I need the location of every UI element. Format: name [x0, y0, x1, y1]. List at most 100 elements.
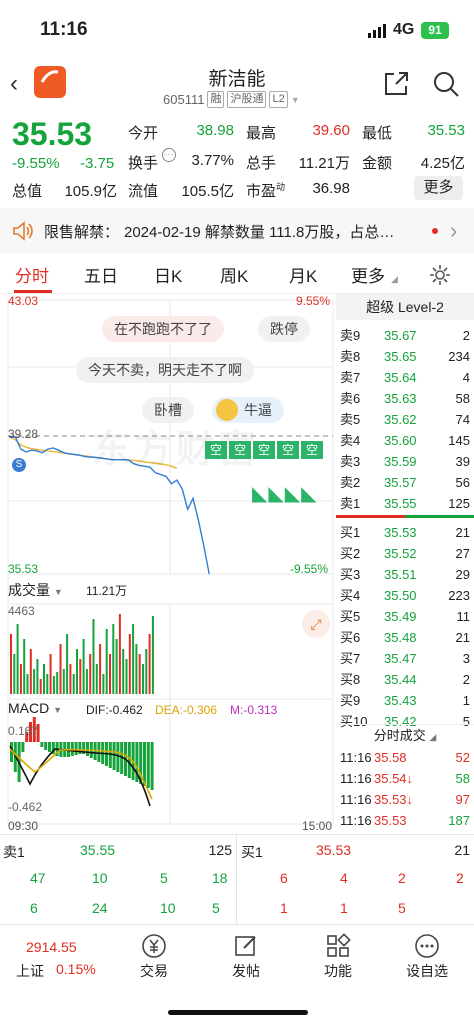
macd-dea: DEA:-0.306 [155, 703, 218, 717]
bid-row[interactable]: 买7 35.47 3 [336, 648, 474, 669]
volume-max: 4463 [8, 604, 35, 618]
volume-bar [46, 674, 49, 694]
notice-text: 2024-02-19 解禁数量 111.8万股，占总… [124, 224, 395, 241]
macd-bar [150, 742, 154, 790]
trade-qty: 52 [455, 750, 470, 765]
trade-row[interactable]: 11:16 35.54↓ 58 [336, 768, 474, 789]
nav-trade[interactable]: 交易 [124, 933, 184, 981]
info-dots-icon[interactable]: ··· [162, 148, 176, 162]
high-value: 39.60 [312, 122, 350, 139]
volume-bar [95, 664, 98, 694]
bid-row[interactable]: 买6 35.48 21 [336, 627, 474, 648]
tab-intraday[interactable]: 分时 [15, 262, 49, 287]
ask-row[interactable]: 卖6 35.63 58 [336, 388, 474, 409]
queue-cell: 5 [160, 870, 168, 886]
expand-icon[interactable]: ⤢ [302, 610, 330, 638]
index-ticker[interactable]: 2914.55 上证 0.15% [0, 925, 96, 985]
ask-row[interactable]: 卖9 35.67 2 [336, 325, 474, 346]
search-icon[interactable] [432, 70, 460, 98]
queue-cell: 18 [212, 870, 228, 886]
ask-level: 卖3 [340, 454, 361, 469]
bid-level: 买8 [340, 672, 361, 687]
ask-level: 卖6 [340, 391, 361, 406]
caret-down-icon[interactable]: ▼ [291, 95, 300, 105]
bid-row[interactable]: 买2 35.52 27 [336, 543, 474, 564]
comment-bubble-2[interactable]: 跌停 [258, 316, 310, 342]
trade-row[interactable]: 11:16 35.58 52 [336, 747, 474, 768]
unlock-notice[interactable]: 限售解禁： 2024-02-19 解禁数量 111.8万股，占总… › [0, 208, 474, 253]
queue-cell: 10 [92, 870, 108, 886]
trade-row[interactable]: 11:16 35.53 187 [336, 810, 474, 831]
ask-row[interactable]: 卖7 35.64 4 [336, 367, 474, 388]
bid-qty: 11 [456, 609, 471, 624]
nav-functions[interactable]: 功能 [308, 933, 368, 981]
mktcap-value: 105.9亿 [64, 183, 117, 200]
s-marker-icon[interactable]: S [12, 458, 26, 472]
comment-bubble-1[interactable]: 在不跑跑不了了 [102, 316, 224, 342]
macd-bar [40, 742, 44, 747]
tab-monthly[interactable]: 月K [289, 262, 317, 287]
bid-row[interactable]: 买9 35.43 1 [336, 690, 474, 711]
tag-level2: L2 [269, 91, 288, 108]
ask-row[interactable]: 卖2 35.57 56 [336, 472, 474, 493]
bid-price: 35.49 [384, 609, 417, 624]
queue-cell: 2 [398, 870, 406, 886]
volume-bar [52, 676, 55, 694]
float-label: 流值 [128, 183, 159, 200]
ask-qty: 74 [455, 412, 470, 427]
change-abs: -3.75 [80, 155, 115, 172]
queue-cell: 5 [398, 900, 406, 916]
bid-row[interactable]: 买1 35.53 21 [336, 522, 474, 543]
volume-bar [125, 659, 128, 694]
volume-bar [26, 674, 29, 694]
last-price: 35.53 [12, 116, 93, 152]
active-tab-indicator [14, 290, 52, 293]
bid-row[interactable]: 买3 35.51 29 [336, 564, 474, 585]
ask-row[interactable]: 卖5 35.62 74 [336, 409, 474, 430]
comment-bubble-5[interactable]: 牛逼 [212, 397, 284, 423]
bid-row[interactable]: 买8 35.44 2 [336, 669, 474, 690]
tab-more[interactable]: 更多 [351, 262, 385, 287]
share-icon[interactable] [382, 70, 410, 98]
trade-price: 35.53 [374, 813, 407, 828]
order-book[interactable]: 超级 Level-2 卖9 35.67 2 卖8 35.65 234 卖7 35.64 4 卖6 3… [336, 294, 474, 834]
macd-selector[interactable]: MACD ▼ [8, 700, 62, 716]
short-marker-icon: 空 [205, 441, 227, 459]
volume-bar [23, 639, 26, 694]
ask-price: 35.55 [384, 496, 417, 511]
comment-bubble-4[interactable]: 卧槽 [142, 397, 194, 423]
ask-qty: 2 [462, 328, 470, 343]
more-button[interactable]: 更多 [414, 176, 463, 200]
trade-qty: 97 [455, 792, 470, 807]
ask-row[interactable]: 卖1 35.55 125 [336, 493, 474, 514]
ask-row[interactable]: 卖3 35.59 39 [336, 451, 474, 472]
short-marker-icon: 空 [229, 441, 251, 459]
tab-daily[interactable]: 日K [154, 262, 182, 287]
ask-row[interactable]: 卖8 35.65 234 [336, 346, 474, 367]
comment-bubble-3[interactable]: 今天不卖，明天走不了啊 [76, 357, 254, 383]
volume-value: 11.21万 [298, 155, 350, 172]
bid-price: 35.52 [384, 546, 417, 561]
macd-bottom: -0.462 [8, 800, 43, 814]
bid-price: 35.53 [384, 525, 417, 540]
bid-row[interactable]: 买4 35.50 223 [336, 585, 474, 606]
trade-qty: 187 [448, 813, 470, 828]
intraday-chart[interactable]: 43.03 9.55% 39.28 35.53 -9.55% 东方财富 在不跑跑… [0, 294, 335, 834]
bid-row[interactable]: 买5 35.49 11 [336, 606, 474, 627]
nav-post[interactable]: 发帖 [216, 933, 276, 981]
ask-row[interactable]: 卖4 35.60 145 [336, 430, 474, 451]
bid-price: 35.51 [384, 567, 417, 582]
stock-code-line: 605111 融 沪股通 L2 ▼ [163, 91, 300, 108]
settings-gear-icon[interactable] [429, 264, 451, 286]
tab-weekly[interactable]: 周K [220, 262, 248, 287]
tab-5day[interactable]: 五日 [84, 262, 118, 287]
trade-level: 11:16 [340, 750, 372, 765]
trade-price: 35.58 [374, 750, 407, 765]
index-value: 2914.55 [26, 939, 77, 955]
nav-watchlist[interactable]: 设自选 [397, 933, 457, 981]
more-dots-icon [415, 934, 439, 958]
trade-row[interactable]: 11:16 35.53↓ 97 [336, 789, 474, 810]
volume-selector[interactable]: 成交量 ▼ [8, 580, 63, 600]
volume-bar [118, 614, 121, 694]
pe-value: 36.98 [312, 180, 350, 197]
